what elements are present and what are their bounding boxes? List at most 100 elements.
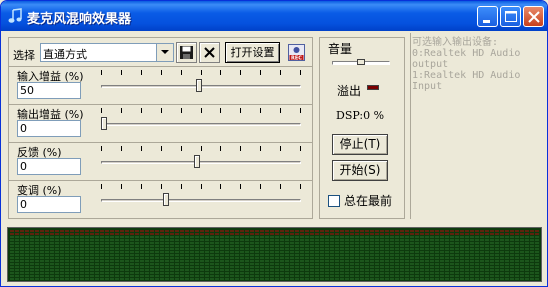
delete-icon xyxy=(204,47,215,58)
input-gain-section: 输入增益 (%) 50 xyxy=(9,66,312,104)
feedback-slider[interactable] xyxy=(101,143,301,179)
spectrum-cells xyxy=(10,230,539,280)
slider-tick xyxy=(260,146,261,151)
preset-select[interactable]: 直通方式 xyxy=(40,43,174,62)
slider-thumb[interactable] xyxy=(196,79,203,92)
slider-tick xyxy=(161,146,162,151)
pitch-field[interactable]: 0 xyxy=(17,196,81,213)
volume-thumb[interactable] xyxy=(357,59,365,65)
slider-tick xyxy=(181,146,182,151)
title-bar[interactable]: 麦克风混响效果器 xyxy=(1,1,547,31)
volume-label: 音量 xyxy=(328,42,353,56)
slider-track xyxy=(101,123,301,126)
slider-tick xyxy=(240,146,241,151)
slider-tick xyxy=(181,70,182,75)
slider-tick xyxy=(201,70,202,75)
slider-ticks xyxy=(101,108,301,114)
slider-tick xyxy=(101,146,102,151)
slider-tick xyxy=(121,70,122,75)
music-note-icon xyxy=(8,8,22,23)
overflow-indicator xyxy=(367,85,379,90)
slider-tick xyxy=(220,108,221,113)
always-on-top-checkbox[interactable]: 总在最前 xyxy=(328,192,392,209)
slider-tick xyxy=(260,70,261,75)
slider-track xyxy=(101,199,301,202)
stop-button[interactable]: 停止(T) xyxy=(332,134,388,155)
slider-tick xyxy=(161,70,162,75)
maximize-icon xyxy=(505,11,517,22)
minimize-button[interactable] xyxy=(477,6,498,27)
maximize-button[interactable] xyxy=(500,6,521,27)
slider-ticks xyxy=(101,146,301,152)
slider-tick xyxy=(260,184,261,189)
slider-tick xyxy=(141,146,142,151)
slider-tick xyxy=(240,184,241,189)
minimize-icon xyxy=(483,20,490,23)
slider-tick xyxy=(101,184,102,189)
preset-value: 直通方式 xyxy=(43,48,87,61)
slider-tick xyxy=(300,70,301,75)
slider-tick xyxy=(161,184,162,189)
slider-tick xyxy=(280,108,281,113)
slider-tick xyxy=(141,108,142,113)
spectrum-visualizer xyxy=(7,227,542,282)
slider-thumb[interactable] xyxy=(163,193,170,206)
checkbox-box[interactable] xyxy=(328,195,340,207)
close-icon xyxy=(528,11,540,23)
save-button[interactable] xyxy=(176,42,197,63)
slider-tick xyxy=(181,108,182,113)
slider-tick xyxy=(201,184,202,189)
slider-thumb[interactable] xyxy=(101,117,107,130)
volume-panel: 音量 溢出 DSP:0 % 停止(T) 开始(S) 总在最前 xyxy=(319,37,405,219)
slider-tick xyxy=(161,108,162,113)
slider-tick xyxy=(181,184,182,189)
input-gain-field[interactable]: 50 xyxy=(17,82,81,99)
slider-track xyxy=(101,161,301,164)
slider-tick xyxy=(260,108,261,113)
slider-tick xyxy=(141,70,142,75)
overflow-label: 溢出 xyxy=(337,84,362,98)
feedback-section: 反馈 (%) 0 xyxy=(9,142,312,180)
effects-panel: 选择 直通方式 打开设置 REC 输入增益 (%) 50 输出增益 (%) 0 … xyxy=(8,37,313,219)
slider-tick xyxy=(280,146,281,151)
device-panel: 可选输入输出设备: 0:Realtek HD Audio output 1:Re… xyxy=(410,33,547,219)
slider-ticks xyxy=(101,184,301,190)
slider-tick xyxy=(201,146,202,151)
slider-tick xyxy=(300,146,301,151)
slider-tick xyxy=(220,146,221,151)
slider-tick xyxy=(220,70,221,75)
slider-tick xyxy=(280,184,281,189)
start-button[interactable]: 开始(S) xyxy=(332,160,388,181)
output-gain-field[interactable]: 0 xyxy=(17,120,81,137)
chevron-down-icon[interactable] xyxy=(156,44,173,61)
slider-tick xyxy=(280,70,281,75)
pitch-section: 变调 (%) 0 xyxy=(9,180,312,218)
device-list: 可选输入输出设备: 0:Realtek HD Audio output 1:Re… xyxy=(412,37,521,92)
slider-tick xyxy=(121,146,122,151)
close-button[interactable] xyxy=(523,6,544,27)
pitch-slider[interactable] xyxy=(101,181,301,217)
input-gain-slider[interactable] xyxy=(101,67,301,103)
slider-tick xyxy=(240,70,241,75)
clear-button[interactable] xyxy=(199,42,220,63)
slider-ticks xyxy=(101,70,301,76)
save-icon xyxy=(180,46,193,59)
slider-tick xyxy=(101,108,102,113)
output-gain-slider[interactable] xyxy=(101,105,301,141)
output-gain-section: 输出增益 (%) 0 xyxy=(9,104,312,142)
slider-tick xyxy=(121,184,122,189)
rec-icon[interactable]: REC xyxy=(288,44,305,61)
slider-tick xyxy=(300,184,301,189)
window-title: 麦克风混响效果器 xyxy=(27,12,132,27)
spectrum-grid xyxy=(10,230,539,280)
volume-slider[interactable] xyxy=(332,58,390,68)
feedback-field[interactable]: 0 xyxy=(17,158,81,175)
app-window: 麦克风混响效果器 选择 直通方式 打开设置 REC 输入增益 (%) 50 输出… xyxy=(0,0,548,287)
open-settings-button[interactable]: 打开设置 xyxy=(225,42,280,63)
preset-label: 选择 xyxy=(13,49,35,62)
always-on-top-label: 总在最前 xyxy=(344,194,393,208)
slider-thumb[interactable] xyxy=(194,155,201,168)
dsp-usage: DSP:0 % xyxy=(336,109,385,122)
slider-tick xyxy=(240,108,241,113)
slider-tick xyxy=(141,184,142,189)
